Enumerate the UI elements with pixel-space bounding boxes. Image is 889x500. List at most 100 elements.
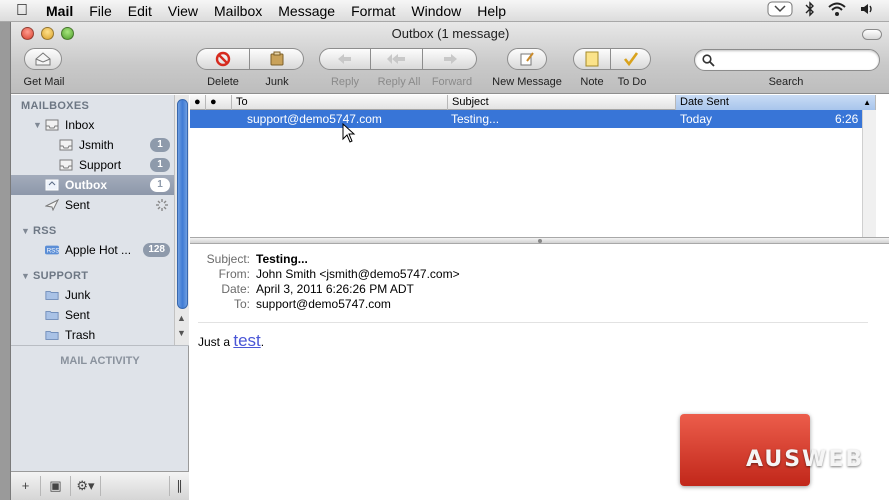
- reply-button[interactable]: [319, 48, 371, 70]
- date-value: April 3, 2011 6:26:26 PM ADT: [256, 282, 414, 296]
- sidebar-item-apple-hot-news[interactable]: RSS Apple Hot ... 128: [11, 240, 174, 260]
- sidebar-item-label: Support: [79, 158, 122, 172]
- forward-icon: [423, 48, 477, 70]
- forward-button[interactable]: [423, 48, 477, 70]
- sidebar-scrollbar[interactable]: ▲ ▼: [174, 95, 189, 345]
- sidebar-item-support-sent[interactable]: Sent: [11, 305, 174, 325]
- sidebar-item-label: Jsmith: [79, 138, 114, 152]
- sidebar: MAILBOXES ▼ Inbox Jsmith 1 Support 1 Out…: [11, 95, 189, 500]
- wifi-icon[interactable]: [827, 1, 847, 20]
- scroll-down-arrow-icon[interactable]: ▼: [177, 328, 186, 338]
- disclosure-triangle-icon[interactable]: ▼: [33, 120, 45, 130]
- menu-mailbox[interactable]: Mailbox: [206, 0, 270, 22]
- menu-view[interactable]: View: [160, 0, 206, 22]
- folder-icon: [45, 331, 59, 340]
- menu-app-mail[interactable]: Mail: [38, 0, 81, 22]
- folder-icon: [45, 291, 59, 300]
- message-list: ● ● To Subject Date Sent ▲ support@demo57…: [190, 95, 880, 237]
- add-mailbox-icon[interactable]: +: [11, 476, 41, 496]
- subject-label: Subject:: [206, 252, 250, 266]
- inbox-icon: [59, 139, 73, 151]
- column-date-sent-label: Date Sent: [680, 96, 729, 108]
- new-message-label: New Message: [492, 76, 562, 88]
- to-label: To:: [233, 297, 250, 311]
- mail-activity-header[interactable]: MAIL ACTIVITY: [11, 345, 189, 375]
- menu-edit[interactable]: Edit: [120, 0, 160, 22]
- body-text-end: .: [260, 335, 265, 349]
- gear-icon[interactable]: ⚙▾: [71, 476, 101, 496]
- volume-icon[interactable]: [859, 1, 875, 20]
- column-flag[interactable]: ●: [206, 95, 232, 110]
- unread-badge: 1: [150, 158, 170, 172]
- get-mail-icon: [24, 48, 62, 70]
- junk-button[interactable]: [250, 48, 304, 70]
- body-text: Just a: [198, 335, 234, 349]
- menu-message[interactable]: Message: [270, 0, 343, 22]
- junk-icon: [250, 48, 304, 70]
- disclosure-triangle-icon[interactable]: ▼: [21, 226, 33, 236]
- sort-ascending-icon: ▲: [863, 98, 871, 107]
- menu-window[interactable]: Window: [403, 0, 469, 22]
- column-date-sent[interactable]: Date Sent ▲: [676, 95, 876, 110]
- row-to: support@demo5747.com: [247, 112, 382, 126]
- reply-icon: [319, 48, 371, 70]
- disclosure-triangle-icon[interactable]: ▼: [21, 271, 33, 281]
- support-header: ▼ SUPPORT: [21, 270, 88, 282]
- folder-icon: [45, 311, 59, 320]
- note-button[interactable]: [573, 48, 611, 70]
- resize-handle-icon[interactable]: ∥: [169, 476, 189, 496]
- reply-all-button[interactable]: [371, 48, 423, 70]
- pane-splitter[interactable]: [190, 237, 889, 244]
- sidebar-item-label: Outbox: [65, 178, 107, 192]
- scroll-up-arrow-icon[interactable]: ▲: [177, 313, 186, 323]
- sidebar-item-trash[interactable]: Trash: [11, 325, 174, 345]
- delete-label: Delete: [207, 76, 239, 88]
- todo-button[interactable]: [611, 48, 651, 70]
- sidebar-item-inbox[interactable]: ▼ Inbox: [11, 115, 174, 135]
- bluetooth-icon[interactable]: [805, 1, 815, 20]
- search-field[interactable]: [694, 49, 880, 71]
- delete-icon: [196, 48, 250, 70]
- inbox-icon: [45, 119, 59, 131]
- message-list-header: ● ● To Subject Date Sent ▲: [190, 95, 876, 110]
- subject-value: Testing...: [256, 252, 308, 266]
- date-label: Date:: [221, 282, 250, 296]
- sidebar-item-support[interactable]: Support 1: [11, 155, 174, 175]
- sidebar-item-junk[interactable]: Junk: [11, 285, 174, 305]
- splitter-grip-icon: [538, 239, 542, 243]
- toolbar: Outbox (1 message) Get Mail Delete Junk …: [11, 22, 889, 94]
- column-to[interactable]: To: [232, 95, 448, 110]
- sidebar-item-label: Sent: [65, 308, 90, 322]
- unread-dot-icon: ●: [194, 96, 201, 108]
- column-unread[interactable]: ●: [190, 95, 206, 110]
- menu-help[interactable]: Help: [469, 0, 514, 22]
- get-mail-button[interactable]: [24, 48, 62, 70]
- time-machine-icon[interactable]: [767, 1, 793, 20]
- sidebar-item-sent[interactable]: Sent: [11, 195, 174, 215]
- from-value[interactable]: John Smith <jsmith@demo5747.com>: [256, 267, 460, 281]
- new-message-button[interactable]: [507, 48, 547, 70]
- support-header-label: SUPPORT: [33, 270, 89, 282]
- show-activity-icon[interactable]: ▣: [41, 476, 71, 496]
- body-link[interactable]: test: [233, 331, 260, 350]
- rss-header: ▼ RSS: [21, 225, 57, 237]
- reply-all-icon: [371, 48, 423, 70]
- delete-button[interactable]: [196, 48, 250, 70]
- sidebar-item-outbox[interactable]: Outbox 1: [11, 175, 174, 195]
- to-value[interactable]: support@demo5747.com: [256, 297, 391, 311]
- apple-menu-icon[interactable]: : [0, 0, 38, 22]
- unread-badge: 128: [143, 243, 170, 257]
- sidebar-scroll-thumb[interactable]: [177, 99, 188, 309]
- column-subject[interactable]: Subject: [448, 95, 676, 110]
- menu-format[interactable]: Format: [343, 0, 403, 22]
- sidebar-item-jsmith[interactable]: Jsmith 1: [11, 135, 174, 155]
- toolbar-toggle-button[interactable]: [862, 29, 882, 40]
- row-subject: Testing...: [451, 112, 500, 126]
- menu-bar:  Mail File Edit View Mailbox Message Fo…: [0, 0, 889, 22]
- sidebar-bottom-bar: + ▣ ⚙▾ ∥: [11, 471, 189, 500]
- message-list-scrollbar[interactable]: [862, 110, 876, 237]
- window-title: Outbox (1 message): [391, 26, 510, 41]
- note-label: Note: [580, 76, 604, 88]
- table-row[interactable]: support@demo5747.com Testing... Today 6:…: [190, 110, 880, 128]
- menu-file[interactable]: File: [81, 0, 120, 22]
